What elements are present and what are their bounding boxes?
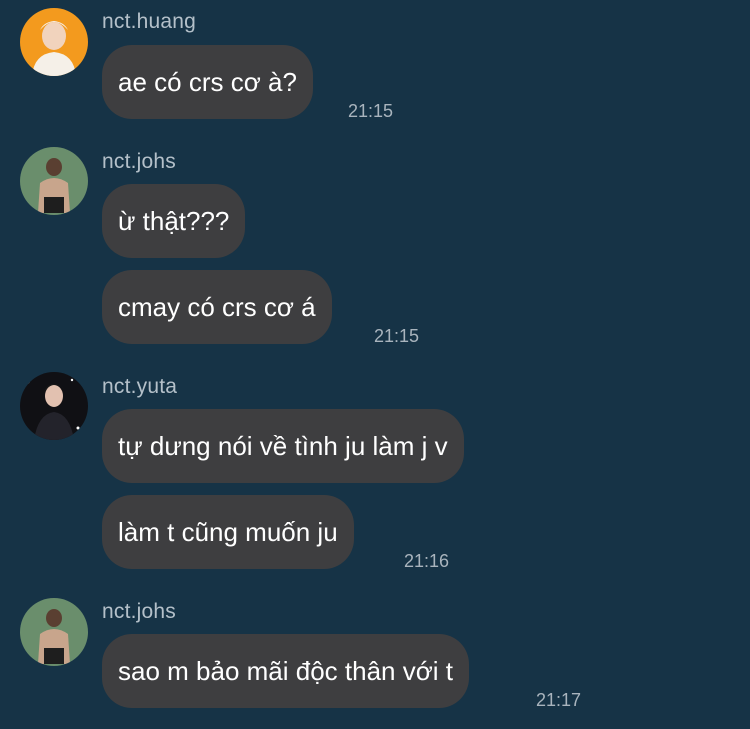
message-time: 21:17 — [536, 690, 582, 710]
sender-name: nct.yuta — [102, 375, 178, 398]
avatar[interactable] — [20, 147, 88, 215]
avatar[interactable] — [20, 8, 88, 76]
avatar-yuta-icon — [20, 372, 88, 440]
sender-name: nct.huang — [102, 10, 197, 33]
message-bubble[interactable]: làm t cũng muốn ju — [102, 495, 354, 569]
message-bubble[interactable]: ừ thật??? — [102, 184, 246, 258]
message-bubble[interactable]: sao m bảo mãi độc thân với t — [102, 634, 469, 708]
sender-name: nct.johs — [102, 600, 176, 623]
sender-name: nct.johs — [102, 150, 176, 173]
message-bubble[interactable]: ae có crs cơ à? — [102, 45, 313, 119]
message-bubble[interactable]: cmay có crs cơ á — [102, 270, 332, 344]
avatar[interactable] — [20, 598, 88, 666]
message-time: 21:16 — [404, 551, 450, 571]
avatar-huang-icon — [20, 8, 88, 76]
message-time: 21:15 — [374, 326, 420, 346]
avatar[interactable] — [20, 372, 88, 440]
message-bubble[interactable]: tự dưng nói về tình ju làm j v — [102, 409, 464, 483]
avatar-johs-icon — [20, 147, 88, 215]
avatar-johs-icon — [20, 598, 88, 666]
message-time: 21:15 — [348, 101, 394, 121]
